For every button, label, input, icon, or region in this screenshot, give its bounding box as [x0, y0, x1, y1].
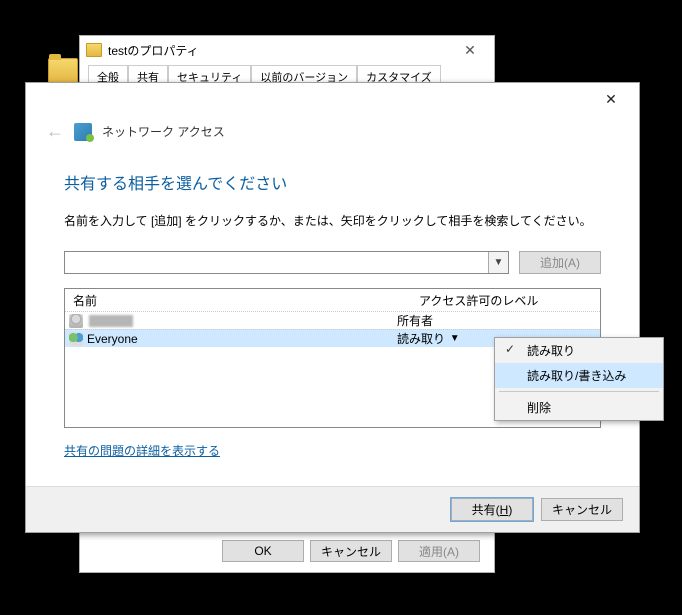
properties-close-icon[interactable]: ✕	[452, 42, 488, 59]
share-button[interactable]: 共有(H)	[451, 498, 533, 521]
dropdown-caret-icon[interactable]: ▼	[449, 333, 458, 344]
user-combo[interactable]: ▼	[64, 251, 509, 274]
add-button: 追加(A)	[519, 251, 601, 274]
col-name[interactable]: 名前	[65, 292, 415, 309]
permission-value: 所有者	[397, 312, 433, 329]
row-name: Everyone	[65, 332, 397, 346]
row-permission: 所有者	[397, 312, 600, 329]
properties-footer: OK キャンセル 適用(A)	[222, 540, 480, 562]
menu-item-delete[interactable]: 削除	[495, 395, 663, 420]
user-input[interactable]	[65, 252, 488, 273]
network-access-titlebar: ✕	[26, 83, 639, 115]
network-icon	[74, 123, 92, 141]
cancel-button[interactable]: キャンセル	[541, 498, 623, 521]
list-header: 名前 アクセス許可のレベル	[65, 289, 600, 311]
col-permission[interactable]: アクセス許可のレベル	[415, 292, 600, 309]
network-access-window: ✕ ← ネットワーク アクセス 共有する相手を選んでください 名前を入力して […	[25, 82, 640, 533]
desktop-folder-icon	[48, 58, 78, 84]
row-name-text: Everyone	[87, 332, 138, 346]
chevron-down-icon[interactable]: ▼	[488, 252, 508, 273]
cancel-button[interactable]: キャンセル	[310, 540, 392, 562]
permission-context-menu: 読み取り 読み取り/書き込み 削除	[494, 337, 664, 421]
network-access-footer: 共有(H) キャンセル	[26, 486, 639, 532]
network-access-header: ← ネットワーク アクセス	[26, 115, 639, 142]
blurred-user-name	[89, 315, 133, 327]
apply-button: 適用(A)	[398, 540, 480, 562]
close-icon[interactable]: ✕	[591, 91, 631, 108]
menu-item-read-write[interactable]: 読み取り/書き込み	[495, 363, 663, 388]
properties-titlebar: testのプロパティ ✕	[80, 36, 494, 64]
share-problem-details-link[interactable]: 共有の問題の詳細を表示する	[64, 442, 220, 459]
menu-separator	[499, 391, 659, 392]
ok-button[interactable]: OK	[222, 540, 304, 562]
back-icon: ←	[46, 121, 64, 142]
properties-title: testのプロパティ	[108, 42, 452, 59]
row-name	[65, 314, 397, 328]
permission-value: 読み取り	[397, 330, 445, 347]
folder-icon	[86, 43, 102, 57]
group-icon	[69, 332, 83, 346]
add-user-row: ▼ 追加(A)	[64, 251, 601, 274]
network-access-header-title: ネットワーク アクセス	[102, 123, 225, 140]
menu-item-read[interactable]: 読み取り	[495, 338, 663, 363]
table-row[interactable]: 所有者	[65, 311, 600, 329]
instruction-text: 名前を入力して [追加] をクリックするか、または、矢印をクリックして相手を検索…	[64, 212, 601, 229]
page-heading: 共有する相手を選んでください	[64, 170, 601, 194]
user-icon	[69, 314, 83, 328]
